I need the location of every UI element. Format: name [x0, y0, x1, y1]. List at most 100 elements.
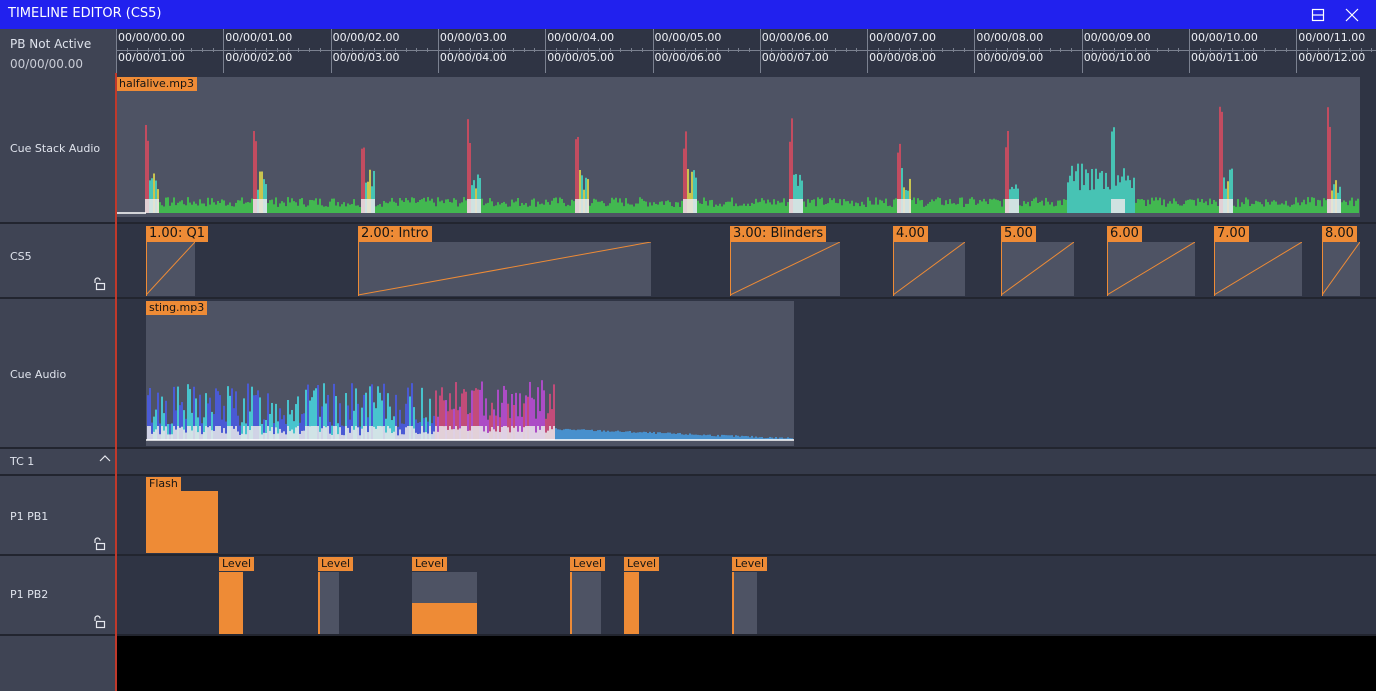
empty-track-area	[116, 635, 1376, 691]
ruler-tick-label: 00/00/09.00	[976, 51, 1044, 64]
cue-fade-line	[1001, 242, 1074, 296]
ruler-tick-label: 00/00/12.00	[1298, 51, 1366, 64]
ruler-tick-label: 00/00/11.00	[1191, 51, 1258, 64]
playback-status: PB Not Active	[10, 37, 92, 51]
ruler-tick-label: 00/00/01.00	[118, 51, 185, 64]
cue-block[interactable]	[730, 242, 840, 296]
ruler-tick-label: 00/00/10.00	[1191, 31, 1258, 44]
divider	[0, 447, 1376, 449]
ruler-tick	[1296, 29, 1298, 73]
ruler-tick	[545, 29, 547, 73]
ruler-tick	[974, 29, 976, 73]
ruler-tick-label: 00/00/09.00	[1083, 31, 1151, 44]
ruler-tick-label: 00/00/04.00	[439, 51, 507, 64]
track-label-p1-pb2: P1 PB2	[10, 588, 49, 601]
cue-label: 5.00	[1001, 226, 1036, 242]
restore-icon[interactable]	[1311, 8, 1325, 22]
level-event-label: Level	[412, 557, 448, 571]
cue-block[interactable]	[358, 242, 651, 296]
audio-clip-halfalive[interactable]	[116, 77, 1360, 217]
ruler-tick-label: 00/00/11.00	[1298, 31, 1366, 44]
cue-label: 8.00	[1322, 226, 1357, 242]
track-label-cue-stack-audio: Cue Stack Audio	[10, 142, 101, 155]
level-event-fill	[412, 603, 477, 634]
cue-fade-line	[1322, 242, 1360, 296]
cue-label: 4.00	[893, 226, 928, 242]
unlock-icon[interactable]	[92, 277, 106, 291]
waveform	[116, 106, 1359, 214]
cue-fade-line	[1214, 242, 1302, 296]
cue-fade-line	[893, 242, 965, 296]
cue-label: 1.00: Q1	[146, 226, 208, 242]
ruler-tick-label: 00/00/01.00	[225, 31, 293, 44]
ruler-tick	[437, 29, 439, 73]
ruler-tick	[116, 29, 117, 73]
ruler-tick-label: 00/00/00.00	[118, 31, 185, 44]
ruler-tick	[330, 29, 332, 73]
ruler-tick-label: 00/00/05.00	[547, 51, 615, 64]
cue-block[interactable]	[146, 242, 195, 296]
level-event[interactable]	[318, 572, 339, 634]
ruler-tick	[652, 29, 654, 73]
level-event[interactable]	[624, 572, 639, 634]
cue-block[interactable]	[1214, 242, 1302, 296]
ruler-tick-label: 00/00/03.00	[439, 31, 507, 44]
level-event-label: Level	[318, 557, 354, 571]
divider	[0, 297, 1376, 299]
ruler-tick-label: 00/00/02.00	[332, 31, 400, 44]
window-title: TIMELINE EDITOR (CS5)	[8, 6, 162, 21]
unlock-icon[interactable]	[92, 615, 106, 629]
title-bar: TIMELINE EDITOR (CS5)	[0, 0, 1376, 29]
level-event-label: Level	[219, 557, 255, 571]
track-p1-pb1[interactable]	[116, 475, 1376, 555]
close-icon[interactable]	[1345, 8, 1359, 22]
ruler-tick-label: 00/00/08.00	[976, 31, 1044, 44]
cue-block[interactable]	[1107, 242, 1195, 296]
cue-block[interactable]	[893, 242, 965, 296]
divider	[0, 222, 1376, 224]
ruler-tick-label: 00/00/03.00	[332, 51, 400, 64]
playhead[interactable]	[115, 73, 117, 691]
unlock-icon[interactable]	[92, 537, 106, 551]
cue-block[interactable]	[1001, 242, 1074, 296]
divider	[0, 474, 1376, 476]
flash-event[interactable]	[146, 491, 218, 553]
audio-clip-name: halfalive.mp3	[116, 77, 197, 91]
cue-label: 7.00	[1214, 226, 1249, 242]
track-label-cs5: CS5	[10, 250, 32, 263]
audio-clip-sting[interactable]	[146, 301, 794, 446]
level-event-label: Level	[570, 557, 606, 571]
ruler-tick	[223, 29, 225, 73]
cue-label: 3.00: Blinders	[730, 226, 827, 242]
divider	[0, 554, 1376, 556]
ruler-tick-label: 00/00/07.00	[869, 31, 936, 44]
cue-fade-line	[1107, 242, 1195, 296]
waveform	[146, 380, 794, 441]
level-event[interactable]	[219, 572, 243, 634]
level-event[interactable]	[412, 572, 477, 603]
level-event[interactable]	[732, 572, 757, 634]
ruler-tick-label: 00/00/04.00	[547, 31, 615, 44]
flash-event-label: Flash	[146, 477, 181, 491]
divider	[0, 634, 1376, 636]
ruler-tick-label: 00/00/07.00	[761, 51, 829, 64]
time-ruler[interactable]: 00/00/00.00 00/00/01.00 00/00/01.00 00/00/0…	[116, 29, 1376, 73]
ruler-tick-label: 00/00/05.00	[654, 31, 722, 44]
audio-clip-name: sting.mp3	[146, 301, 208, 315]
level-event[interactable]	[570, 572, 601, 634]
chevron-up-icon[interactable]	[99, 453, 111, 463]
ruler-tick	[867, 29, 869, 73]
cue-block[interactable]	[1322, 242, 1360, 296]
ruler-tick	[1189, 29, 1190, 73]
track-label-cue-audio: Cue Audio	[10, 368, 67, 381]
level-event-label: Level	[624, 557, 660, 571]
ruler-tick-label: 00/00/08.00	[869, 51, 936, 64]
track-tc1[interactable]	[116, 448, 1376, 475]
cue-label: 2.00: Intro	[358, 226, 432, 242]
ruler-tick-label: 00/00/06.00	[761, 31, 829, 44]
current-time: 00/00/00.00	[10, 57, 83, 71]
level-event-label: Level	[732, 557, 768, 571]
ruler-tick-label: 00/00/06.00	[654, 51, 722, 64]
cue-label: 6.00	[1107, 226, 1142, 242]
ruler-tick-label: 00/00/10.00	[1083, 51, 1151, 64]
